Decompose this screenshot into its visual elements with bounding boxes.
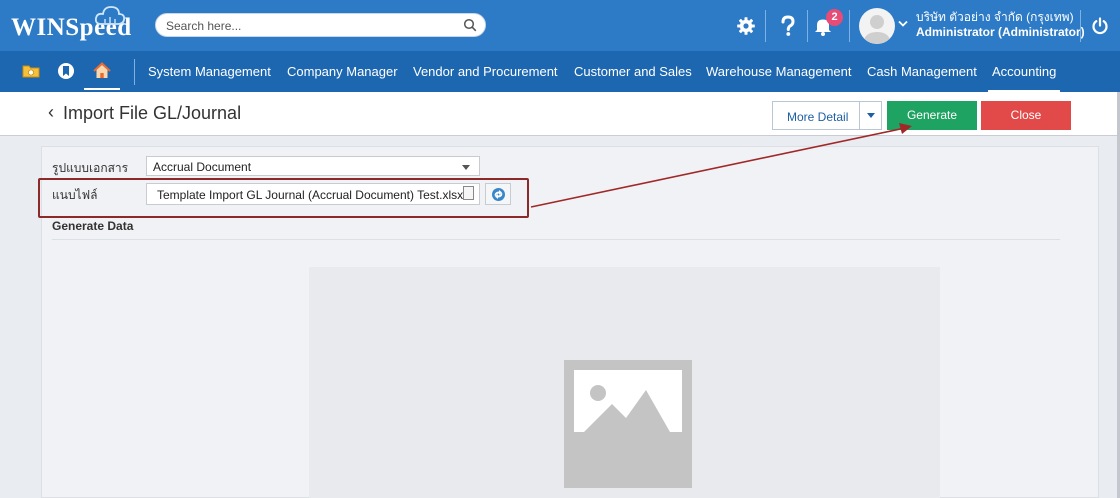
highlight-box: [38, 178, 529, 218]
divider: [807, 10, 808, 42]
folder-icon[interactable]: [21, 61, 41, 81]
avatar[interactable]: [859, 8, 895, 44]
divider: [765, 10, 766, 42]
bookmark-icon[interactable]: [56, 61, 76, 81]
page-header: ‹ Import File GL/Journal More Detail Gen…: [0, 92, 1117, 136]
caret-down-icon: [867, 113, 875, 118]
user-role: Administrator (Administrator): [916, 25, 1085, 39]
menu-accounting[interactable]: Accounting: [988, 51, 1061, 92]
main-menu: System Management Company Manager Vendor…: [0, 51, 1120, 92]
more-detail-button[interactable]: More Detail: [772, 101, 882, 130]
doc-type-value: Accrual Document: [153, 160, 252, 174]
more-detail-dropdown[interactable]: [859, 102, 883, 129]
search-input[interactable]: [166, 17, 456, 34]
divider: [849, 10, 850, 42]
search-icon[interactable]: [463, 18, 477, 32]
doc-type-label: รูปแบบเอกสาร: [52, 161, 129, 175]
menu-divider: [134, 59, 135, 85]
user-info: บริษัท ตัวอย่าง จำกัด (กรุงเทพ) Administ…: [916, 10, 1085, 40]
generate-button[interactable]: Generate: [887, 101, 977, 130]
generate-data-heading: Generate Data: [52, 219, 134, 233]
menu-customer-sales[interactable]: Customer and Sales: [574, 51, 692, 92]
divider: [1080, 10, 1081, 42]
home-active-indicator: [84, 88, 120, 90]
page-title: Import File GL/Journal: [63, 103, 242, 123]
cloud-icon: [94, 6, 126, 25]
more-detail-label: More Detail: [787, 110, 849, 124]
doc-type-select[interactable]: Accrual Document: [146, 156, 480, 176]
power-icon: [1092, 17, 1108, 35]
chevron-down-icon[interactable]: [898, 20, 908, 28]
avatar-icon: [863, 15, 891, 44]
close-button[interactable]: Close: [981, 101, 1071, 130]
back-button[interactable]: ‹: [48, 102, 54, 123]
gear-icon: [737, 17, 755, 35]
section-divider: [52, 239, 1060, 240]
user-company: บริษัท ตัวอย่าง จำกัด (กรุงเทพ): [916, 10, 1074, 24]
home-icon[interactable]: [92, 61, 112, 81]
settings-button[interactable]: [734, 12, 758, 40]
top-bar: WINSpeed Search here... 2 บริษัท ตัวอย่า…: [0, 0, 1120, 51]
dropdown-arrow-icon: [462, 165, 470, 170]
menu-warehouse-management[interactable]: Warehouse Management: [706, 51, 852, 92]
help-button[interactable]: [777, 12, 799, 40]
menu-company-manager[interactable]: Company Manager: [287, 51, 398, 92]
notification-badge: 2: [826, 9, 843, 26]
menu-cash-management[interactable]: Cash Management: [867, 51, 977, 92]
question-icon: [781, 15, 795, 36]
logout-button[interactable]: [1089, 12, 1111, 40]
menu-system-management[interactable]: System Management: [148, 51, 271, 92]
image-placeholder-icon: [564, 360, 692, 488]
search-box[interactable]: [155, 13, 486, 37]
menu-vendor-procurement[interactable]: Vendor and Procurement: [413, 51, 558, 92]
